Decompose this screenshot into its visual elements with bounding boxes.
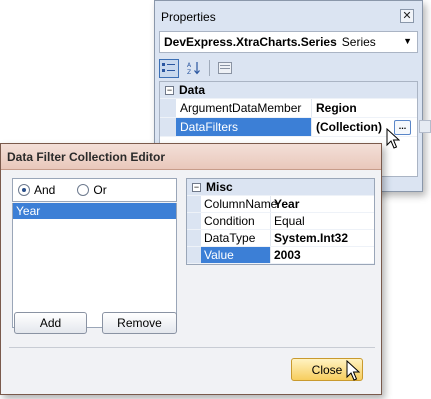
properties-toolbar: AZ xyxy=(159,58,235,78)
object-selector[interactable]: DevExpress.XtraCharts.Series Series ▼ xyxy=(159,31,418,53)
close-icon[interactable]: ✕ xyxy=(400,9,414,23)
property-value[interactable]: System.Int32 xyxy=(271,230,374,246)
property-name: DataType xyxy=(201,230,271,246)
mouse-pointer-icon xyxy=(386,128,400,149)
property-value[interactable]: (Collection) ... xyxy=(312,118,431,136)
property-row-condition[interactable]: Condition Equal xyxy=(187,213,374,230)
property-name: ArgumentDataMember xyxy=(176,99,312,117)
scrollbar-thumb[interactable] xyxy=(419,120,431,133)
radio-selected-icon[interactable] xyxy=(18,184,30,196)
property-name: Condition xyxy=(201,213,271,229)
property-row-datafilters[interactable]: DataFilters (Collection) ... xyxy=(160,118,431,137)
category-row[interactable]: − Data xyxy=(160,82,417,99)
toolbar-divider xyxy=(209,60,210,76)
property-pages-icon[interactable] xyxy=(215,59,235,78)
property-value-text: (Collection) xyxy=(316,120,382,134)
property-row-columnname[interactable]: ColumnName Year xyxy=(187,196,374,213)
radio-and-label: And xyxy=(34,183,56,197)
category-label: Data xyxy=(179,83,206,97)
dialog-divider xyxy=(9,347,375,348)
list-item[interactable]: Year xyxy=(13,203,176,219)
radio-or[interactable]: Or xyxy=(77,183,107,197)
property-value[interactable]: Year xyxy=(271,196,374,212)
radio-unselected-icon[interactable] xyxy=(77,184,90,196)
filter-list[interactable]: Year xyxy=(12,203,177,328)
property-name: ColumnName xyxy=(201,196,277,212)
svg-text:A: A xyxy=(187,62,192,69)
property-row-value[interactable]: Value 2003 xyxy=(187,247,374,264)
radio-and[interactable]: And xyxy=(18,183,55,197)
remove-button[interactable]: Remove xyxy=(102,312,177,334)
property-row-datatype[interactable]: DataType System.Int32 xyxy=(187,230,374,247)
radio-or-label: Or xyxy=(93,183,107,197)
alphabetical-icon[interactable]: AZ xyxy=(184,59,204,78)
property-name: DataFilters xyxy=(176,118,312,136)
categorized-icon[interactable] xyxy=(159,58,179,78)
category-label: Misc xyxy=(206,180,233,194)
mouse-pointer-icon xyxy=(346,360,360,381)
property-value[interactable]: Region xyxy=(312,99,417,117)
property-name: Value xyxy=(201,247,271,263)
add-button[interactable]: Add xyxy=(14,312,87,334)
object-type: Series xyxy=(341,35,376,49)
filter-property-grid: − Misc ColumnName Year Condition Equal D… xyxy=(186,178,375,265)
condition-radio-group: And Or xyxy=(12,178,177,202)
object-name: DevExpress.XtraCharts.Series xyxy=(164,35,337,49)
properties-title: Properties xyxy=(161,10,216,24)
category-row[interactable]: − Misc xyxy=(187,179,374,196)
property-row-argumentdatamember[interactable]: ArgumentDataMember Region xyxy=(160,99,417,118)
collapse-icon[interactable]: − xyxy=(192,182,201,192)
data-filter-editor-dialog: Data Filter Collection Editor And Or Yea… xyxy=(0,143,382,395)
property-value[interactable]: 2003 xyxy=(271,247,374,263)
chevron-down-icon[interactable]: ▼ xyxy=(403,36,412,46)
collapse-icon[interactable]: − xyxy=(165,85,174,95)
property-value[interactable]: Equal xyxy=(271,213,374,229)
svg-text:Z: Z xyxy=(187,69,191,75)
dialog-title: Data Filter Collection Editor xyxy=(1,144,381,170)
